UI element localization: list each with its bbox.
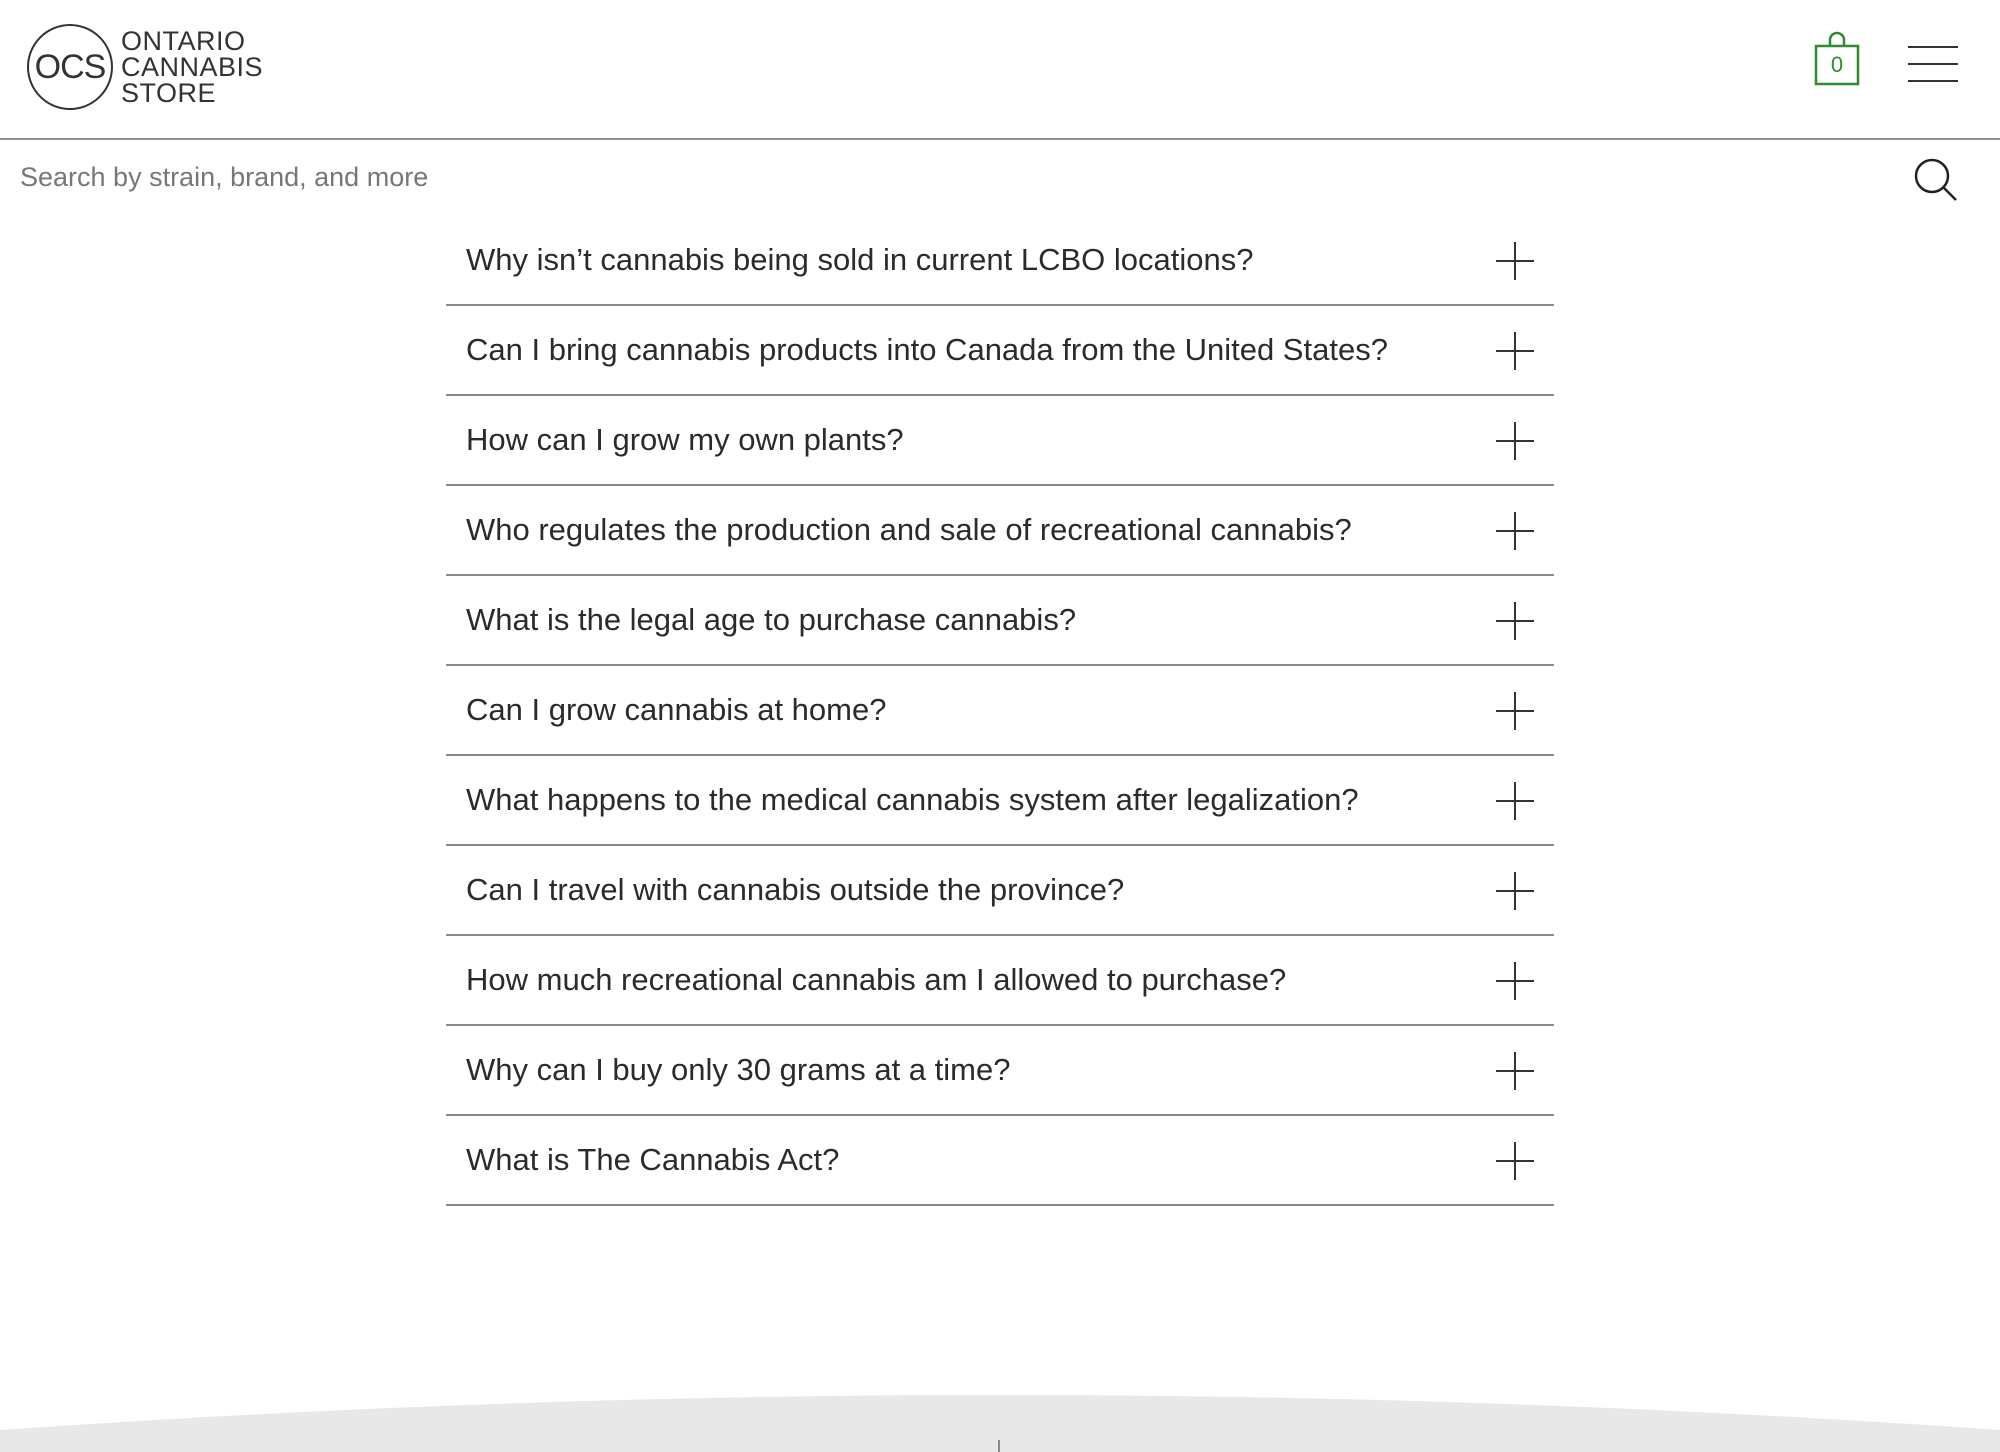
faq-item[interactable]: What is The Cannabis Act? <box>446 1116 1554 1206</box>
faq-question: How much recreational cannabis am I allo… <box>466 962 1287 997</box>
plus-icon[interactable] <box>1496 872 1534 910</box>
plus-icon[interactable] <box>1496 422 1534 460</box>
faq-item[interactable]: What happens to the medical cannabis sys… <box>446 756 1554 846</box>
logo-line-cannabis: CANNABIS <box>121 52 264 82</box>
faq-question: Can I grow cannabis at home? <box>466 692 887 727</box>
plus-icon[interactable] <box>1496 782 1534 820</box>
ocs-logo[interactable]: OCS ONTARIO CANNABIS STORE <box>27 24 263 110</box>
hamburger-menu-icon <box>1908 46 1958 48</box>
search-icon[interactable] <box>1914 158 1958 202</box>
logo-line-ontario: ONTARIO <box>121 26 246 56</box>
site-header: OCS ONTARIO CANNABIS STORE 0 <box>0 0 2000 140</box>
footer-background-curve <box>0 1395 2000 1452</box>
footer-divider <box>998 1440 1000 1452</box>
faq-item[interactable]: How can I grow my own plants? <box>446 396 1554 486</box>
faq-item[interactable]: Can I travel with cannabis outside the p… <box>446 846 1554 936</box>
faq-list: Why isn’t cannabis being sold in current… <box>446 216 1554 1206</box>
faq-question: What is the legal age to purchase cannab… <box>466 602 1077 637</box>
faq-question: Why can I buy only 30 grams at a time? <box>466 1052 1011 1087</box>
logo-line-store: STORE <box>121 78 217 108</box>
faq-question: Can I travel with cannabis outside the p… <box>466 872 1125 907</box>
search-input[interactable] <box>20 154 1880 200</box>
hamburger-menu-icon-line <box>1908 80 1958 82</box>
plus-icon[interactable] <box>1496 962 1534 1000</box>
cart-count: 0 <box>1830 52 1844 77</box>
logo-wordmark: ONTARIO CANNABIS STORE <box>121 26 264 108</box>
plus-icon[interactable] <box>1496 692 1534 730</box>
plus-icon[interactable] <box>1496 512 1534 550</box>
faq-question: How can I grow my own plants? <box>466 422 904 457</box>
faq-question: What is The Cannabis Act? <box>466 1142 840 1177</box>
faq-item[interactable]: Can I bring cannabis products into Canad… <box>446 306 1554 396</box>
faq-question: Why isn’t cannabis being sold in current… <box>466 242 1254 277</box>
plus-icon[interactable] <box>1496 1052 1534 1090</box>
plus-icon[interactable] <box>1496 242 1534 280</box>
faq-item[interactable]: How much recreational cannabis am I allo… <box>446 936 1554 1026</box>
page: OCS ONTARIO CANNABIS STORE 0 Search by s… <box>0 0 2000 1452</box>
hamburger-menu-icon-line <box>1908 63 1958 65</box>
plus-icon[interactable] <box>1496 602 1534 640</box>
faq-question: Can I bring cannabis products into Canad… <box>466 332 1388 367</box>
plus-icon[interactable] <box>1496 1142 1534 1180</box>
faq-question: Who regulates the production and sale of… <box>466 512 1352 547</box>
faq-item[interactable]: Who regulates the production and sale of… <box>446 486 1554 576</box>
faq-item[interactable]: Why can I buy only 30 grams at a time? <box>446 1026 1554 1116</box>
cart-button[interactable]: 0 <box>1814 30 1860 86</box>
menu-button[interactable] <box>1908 46 1958 82</box>
faq-item[interactable]: What is the legal age to purchase cannab… <box>446 576 1554 666</box>
faq-question: What happens to the medical cannabis sys… <box>466 782 1359 817</box>
plus-icon[interactable] <box>1496 332 1534 370</box>
search-bar <box>0 140 2000 216</box>
faq-item[interactable]: Can I grow cannabis at home? <box>446 666 1554 756</box>
logo-mark: OCS <box>27 24 113 110</box>
faq-item[interactable]: Why isn’t cannabis being sold in current… <box>446 216 1554 306</box>
